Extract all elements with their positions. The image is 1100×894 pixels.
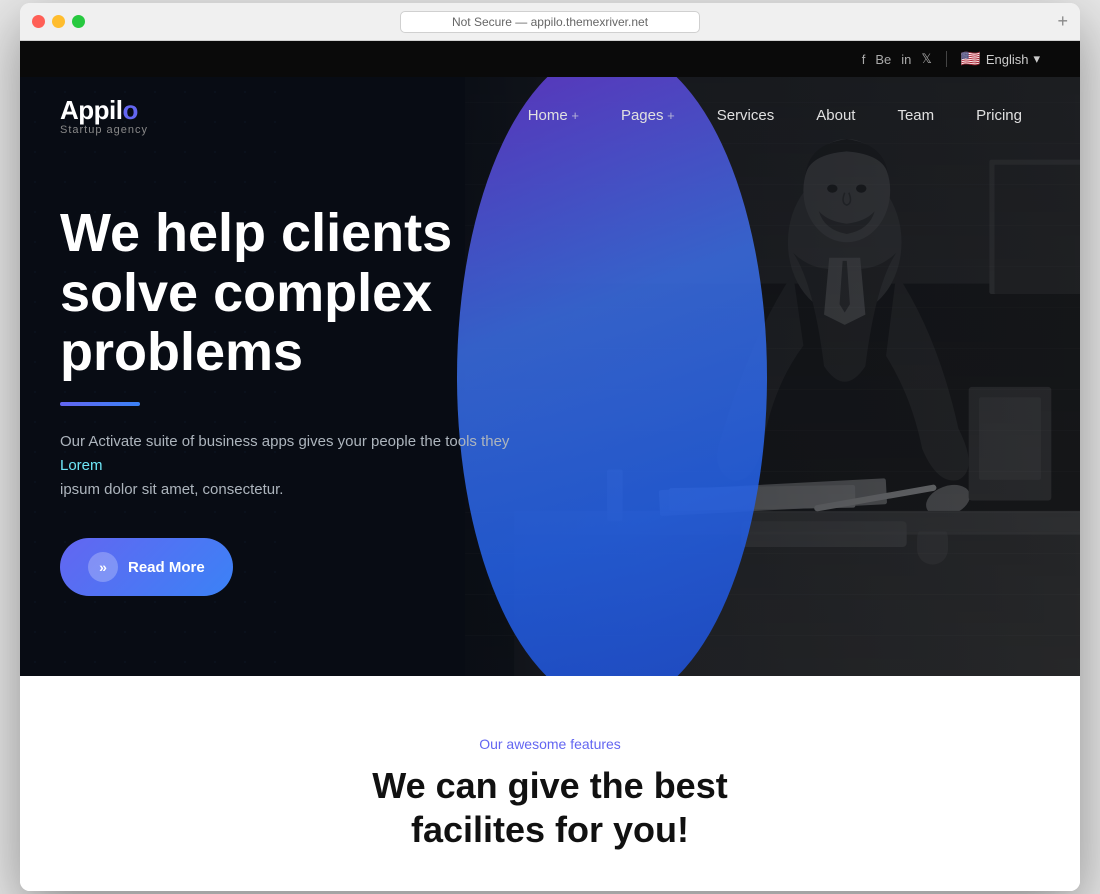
features-title: We can give the best facilites for you! (60, 764, 1040, 850)
features-title-line2: facilites for you! (411, 809, 689, 850)
hero-title-underline (60, 402, 140, 406)
hero-content: We help clients solve complex problems O… (20, 154, 620, 676)
hero-desc-line2: ipsum dolor sit amet, consectetur. (60, 481, 283, 498)
minimize-dot[interactable] (52, 15, 65, 28)
hero-section: Appilo Startup agency Home Pages Service… (20, 77, 1080, 676)
nav-team[interactable]: Team (879, 99, 952, 132)
cta-arrow-icon: » (88, 552, 118, 582)
browser-dots (32, 15, 85, 28)
logo[interactable]: Appilo Startup agency (60, 95, 148, 136)
hero-title: We help clients solve complex problems (60, 204, 580, 382)
navbar: Appilo Startup agency Home Pages Service… (20, 77, 1080, 154)
logo-subtitle: Startup agency (60, 124, 148, 136)
cta-label: Read More (128, 559, 205, 576)
nav-links: Home Pages Services About Team Pricing (510, 99, 1040, 132)
language-label: English (986, 52, 1029, 67)
read-more-button[interactable]: » Read More (60, 538, 233, 596)
close-dot[interactable] (32, 15, 45, 28)
logo-appil: Appil (60, 95, 123, 125)
logo-o-letter: o (123, 95, 138, 125)
twitter-icon[interactable]: 𝕏 (921, 51, 931, 67)
website-content: f Be in 𝕏 🇺🇸 English ▾ (20, 41, 1080, 891)
flag-icon: 🇺🇸 (961, 49, 981, 69)
browser-titlebar: Not Secure — appilo.themexriver.net + (20, 3, 1080, 41)
nav-about[interactable]: About (798, 99, 873, 132)
hero-desc-highlight: Lorem (60, 457, 103, 474)
behance-icon[interactable]: Be (875, 52, 891, 67)
features-label: Our awesome features (60, 736, 1040, 752)
nav-home[interactable]: Home (510, 99, 597, 132)
linkedin-icon[interactable]: in (901, 52, 911, 67)
maximize-dot[interactable] (72, 15, 85, 28)
nav-services[interactable]: Services (699, 99, 793, 132)
features-title-line1: We can give the best (372, 765, 727, 806)
language-selector[interactable]: 🇺🇸 English ▾ (961, 49, 1040, 69)
logo-text: Appilo (60, 95, 148, 126)
nav-pricing[interactable]: Pricing (958, 99, 1040, 132)
top-bar: f Be in 𝕏 🇺🇸 English ▾ (20, 41, 1080, 77)
features-section: Our awesome features We can give the bes… (20, 676, 1080, 890)
nav-pages[interactable]: Pages (603, 99, 693, 132)
facebook-icon[interactable]: f (862, 52, 866, 67)
url-bar[interactable]: Not Secure — appilo.themexriver.net (400, 11, 700, 33)
social-icons-group: f Be in 𝕏 (862, 51, 932, 67)
hero-desc-line1: Our Activate suite of business apps give… (60, 433, 509, 450)
hero-description: Our Activate suite of business apps give… (60, 430, 520, 502)
topbar-divider (946, 51, 947, 67)
new-tab-button[interactable]: + (1057, 11, 1068, 32)
browser-window: Not Secure — appilo.themexriver.net + f … (20, 3, 1080, 891)
language-chevron-icon: ▾ (1033, 51, 1040, 67)
